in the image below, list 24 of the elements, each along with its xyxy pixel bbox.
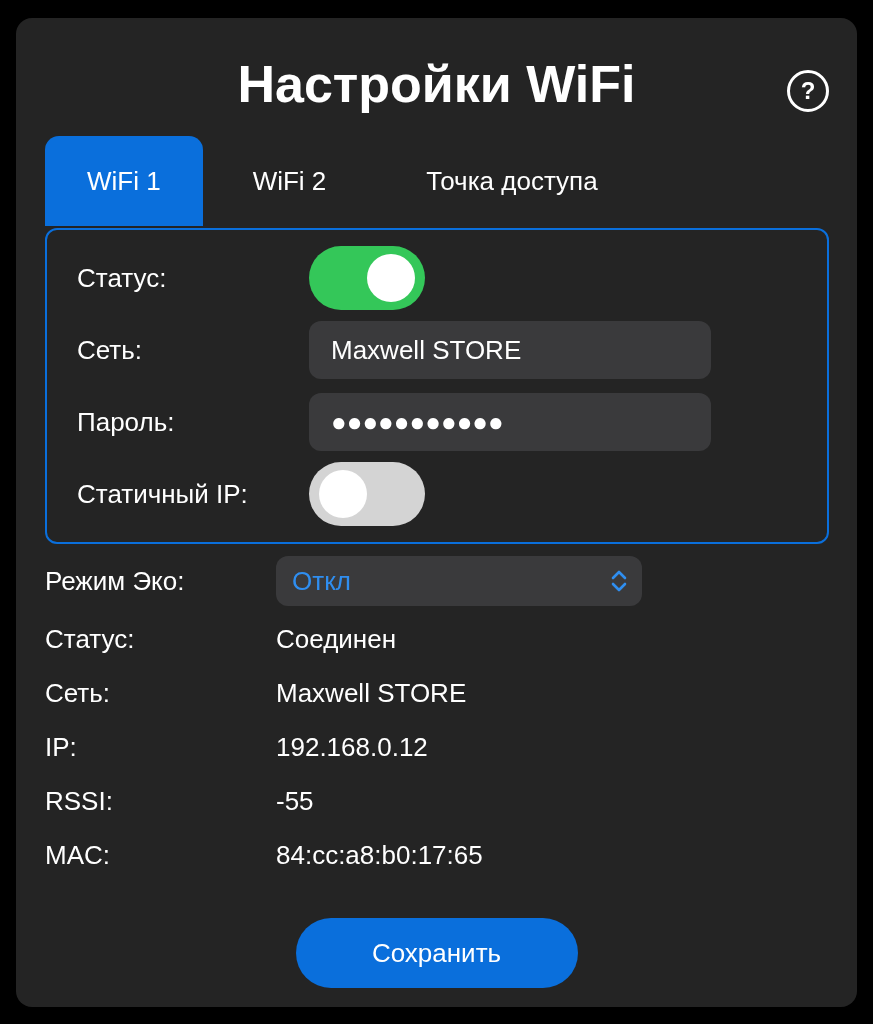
info-label: Статус: [45, 622, 136, 656]
info-value: Соединен [276, 622, 396, 656]
input-field[interactable]: ●●●●●●●●●●● [309, 393, 711, 451]
field-label: Сеть: [77, 333, 144, 367]
field-label: Статичный IP: [77, 477, 249, 511]
field-label: Режим Эко: [45, 564, 186, 598]
save-button[interactable]: Сохранить [295, 918, 578, 988]
field-label: Пароль: [77, 405, 176, 439]
info-label: RSSI: [45, 784, 114, 818]
select-value: Откл [292, 564, 351, 598]
field-label: Статус: [77, 261, 168, 295]
info-value: 84:cc:a8:b0:17:65 [276, 838, 483, 872]
info-label: Сеть: [45, 676, 112, 710]
info-value: -55 [276, 784, 314, 818]
tab[interactable]: WiFi 2 [202, 136, 377, 226]
tab[interactable]: Точка доступа [376, 136, 648, 226]
help-button[interactable]: ? [787, 70, 829, 112]
info-label: IP: [45, 730, 78, 764]
info-label: MAC: [45, 838, 111, 872]
info-value: 192.168.0.12 [276, 730, 428, 764]
chevron-updown-icon [610, 568, 628, 594]
tab[interactable]: WiFi 1 [45, 136, 203, 226]
input-field[interactable]: Maxwell STORE [309, 321, 711, 379]
info-value: Maxwell STORE [276, 676, 467, 710]
